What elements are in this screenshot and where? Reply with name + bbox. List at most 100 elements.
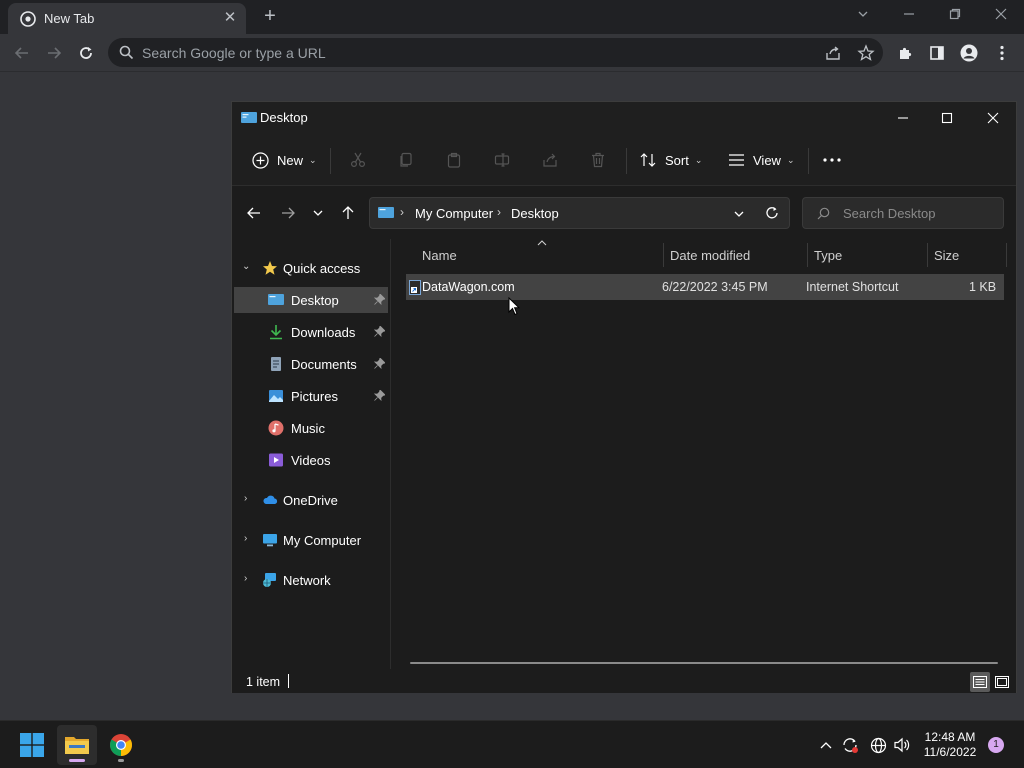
bookmark-star-icon[interactable] — [857, 44, 875, 62]
pin-icon — [374, 390, 385, 401]
notification-count-badge[interactable]: 1 — [988, 737, 1004, 753]
address-history-chevron-icon[interactable] — [733, 208, 745, 220]
nav-item-label: Pictures — [291, 389, 338, 404]
video-icon — [269, 453, 283, 467]
forward-arrow-icon[interactable] — [42, 41, 66, 65]
column-separator[interactable] — [1006, 243, 1007, 267]
nav-item-music[interactable]: Music — [234, 415, 388, 441]
globe-network-icon[interactable] — [868, 735, 888, 755]
chrome-icon — [110, 734, 132, 756]
column-header-type[interactable]: Type — [814, 248, 842, 263]
close-browser-icon[interactable] — [987, 4, 1015, 26]
back-arrow-icon[interactable] — [242, 201, 266, 225]
folder-icon — [65, 737, 89, 754]
back-arrow-icon[interactable] — [10, 41, 34, 65]
paste-clipboard-icon[interactable] — [444, 150, 464, 170]
command-separator — [330, 148, 331, 174]
explorer-titlebar: Desktop — [232, 102, 1016, 134]
profile-avatar-icon[interactable] — [959, 43, 979, 63]
tab-search-icon[interactable] — [849, 4, 877, 26]
large-icons-view-icon[interactable] — [992, 672, 1012, 692]
omnibox[interactable]: Search Google or type a URL — [108, 38, 883, 67]
tab-title: New Tab — [44, 11, 95, 26]
star-icon — [263, 261, 277, 275]
view-button[interactable]: View ⌄ — [728, 148, 795, 172]
refresh-icon[interactable] — [765, 206, 779, 220]
nav-item-onedrive[interactable]: › OneDrive — [234, 487, 388, 513]
column-separator[interactable] — [927, 243, 928, 267]
cut-scissors-icon[interactable] — [348, 150, 368, 170]
view-list-icon — [729, 154, 744, 166]
delete-trash-icon[interactable] — [588, 150, 608, 170]
nav-item-my-computer[interactable]: › My Computer — [234, 527, 388, 553]
file-name: DataWagon.com — [422, 280, 515, 294]
new-tab-button[interactable]: + — [258, 5, 282, 29]
close-icon[interactable] — [970, 102, 1016, 134]
restore-browser-icon[interactable] — [941, 4, 969, 26]
address-bar[interactable]: › My Computer › Desktop — [369, 197, 790, 229]
close-tab-icon[interactable]: ✕ — [220, 8, 240, 28]
nav-item-label: OneDrive — [283, 493, 338, 508]
nav-item-network[interactable]: › Network — [234, 567, 388, 593]
expanded-chevron-icon[interactable]: ⌄ — [242, 261, 250, 272]
volume-speaker-icon[interactable] — [892, 735, 912, 755]
recent-locations-chevron-icon[interactable] — [306, 201, 330, 225]
taskbar-chrome[interactable] — [101, 725, 141, 765]
start-button[interactable] — [12, 725, 52, 765]
search-placeholder: Search Desktop — [843, 206, 936, 221]
column-separator[interactable] — [807, 243, 808, 267]
chrome-menu-kebab-icon[interactable] — [992, 43, 1012, 63]
reload-icon[interactable] — [74, 41, 98, 65]
column-header-name[interactable]: Name — [422, 248, 457, 263]
column-header-size[interactable]: Size — [934, 248, 959, 263]
nav-item-desktop[interactable]: Desktop — [234, 287, 388, 313]
file-row-datawagon[interactable]: DataWagon.com 6/22/2022 3:45 PM Internet… — [406, 274, 1004, 300]
system-clock[interactable]: 12:48 AM 11/6/2022 — [916, 730, 984, 760]
search-desktop-input[interactable]: Search Desktop — [802, 197, 1004, 229]
nav-item-documents[interactable]: Documents — [234, 351, 388, 377]
nav-item-label: Documents — [291, 357, 357, 372]
clock-time: 12:48 AM — [924, 730, 976, 744]
minimize-icon[interactable] — [880, 102, 926, 134]
column-separator[interactable] — [663, 243, 664, 267]
side-panel-icon[interactable] — [927, 43, 947, 63]
collapsed-chevron-icon[interactable]: › — [244, 533, 247, 544]
nav-item-label: Network — [283, 573, 331, 588]
pin-icon — [374, 294, 385, 305]
sort-button[interactable]: Sort ⌄ — [640, 148, 702, 172]
command-separator — [808, 148, 809, 174]
details-view-icon[interactable] — [970, 672, 990, 692]
browser-tab-new-tab[interactable]: New Tab ✕ — [8, 3, 246, 34]
extensions-puzzle-icon[interactable] — [896, 43, 916, 63]
show-hidden-icons-chevron-icon[interactable] — [816, 735, 836, 755]
copy-icon[interactable] — [396, 150, 416, 170]
share-icon[interactable] — [824, 44, 842, 62]
maximize-icon[interactable] — [924, 102, 970, 134]
network-icon — [263, 573, 276, 587]
collapsed-chevron-icon[interactable]: › — [244, 573, 247, 584]
collapsed-chevron-icon[interactable]: › — [244, 493, 247, 504]
breadcrumb-my-computer[interactable]: My Computer — [415, 206, 493, 221]
pane-divider[interactable] — [390, 239, 391, 669]
browser-tab-strip: New Tab ✕ + — [0, 0, 1024, 34]
minimize-browser-icon[interactable] — [895, 4, 923, 26]
nav-item-label: Downloads — [291, 325, 356, 340]
horizontal-scrollbar[interactable] — [410, 662, 998, 664]
file-type: Internet Shortcut — [806, 280, 899, 294]
nav-item-downloads[interactable]: Downloads — [234, 319, 388, 345]
sync-icon[interactable] — [840, 735, 860, 755]
share-icon[interactable] — [540, 150, 560, 170]
nav-item-label: Videos — [291, 453, 331, 468]
nav-item-videos[interactable]: Videos — [234, 447, 388, 473]
more-options-ellipsis-icon[interactable] — [822, 150, 842, 170]
up-arrow-icon[interactable] — [336, 201, 360, 225]
new-button[interactable]: New ⌄ — [252, 148, 317, 172]
breadcrumb-desktop[interactable]: Desktop — [511, 206, 559, 221]
rename-icon[interactable] — [492, 150, 512, 170]
nav-item-pictures[interactable]: Pictures — [234, 383, 388, 409]
taskbar-file-explorer[interactable] — [57, 725, 97, 765]
running-app-indicator — [118, 759, 124, 762]
forward-arrow-icon[interactable] — [276, 201, 300, 225]
nav-quick-access[interactable]: ⌄ Quick access — [234, 255, 388, 281]
column-header-date-modified[interactable]: Date modified — [670, 248, 750, 263]
